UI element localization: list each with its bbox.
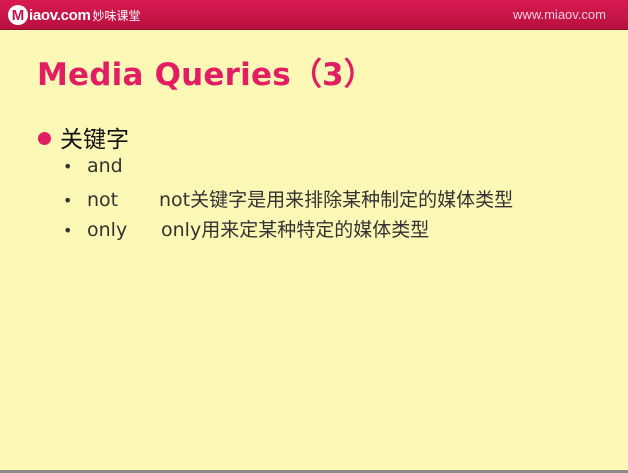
- bullet-icon: •: [63, 157, 73, 176]
- logo-badge: M: [8, 5, 28, 25]
- main-bullet: 关键字: [38, 120, 129, 154]
- list-item: • not not关键字是用来排除某种制定的媒体类型: [63, 185, 513, 212]
- keyword-description: not关键字是用来排除某种制定的媒体类型: [159, 189, 514, 211]
- site-url: www.miaov.com: [513, 7, 606, 22]
- keyword: not: [87, 189, 119, 211]
- bullet-dot-icon: [38, 131, 51, 145]
- list-item: • and: [63, 155, 123, 177]
- bullet-icon: •: [63, 191, 73, 210]
- miaov-logo: M iaov.com 妙味课堂: [8, 4, 141, 26]
- keyword-description: only用来定某种特定的媒体类型: [161, 219, 430, 241]
- keyword: only: [87, 219, 128, 241]
- bullet-icon: •: [63, 221, 73, 240]
- slide-title: Media Queries（3）: [37, 57, 376, 93]
- keyword: and: [87, 155, 123, 177]
- logo-chinese-text: 妙味课堂: [92, 8, 141, 23]
- header-bar: M iaov.com 妙味课堂 www.miaov.com: [0, 0, 628, 30]
- list-item: • only only用来定某种特定的媒体类型: [63, 215, 429, 242]
- main-bullet-label: 关键字: [60, 127, 129, 153]
- logo-text: iaov.com: [29, 6, 91, 24]
